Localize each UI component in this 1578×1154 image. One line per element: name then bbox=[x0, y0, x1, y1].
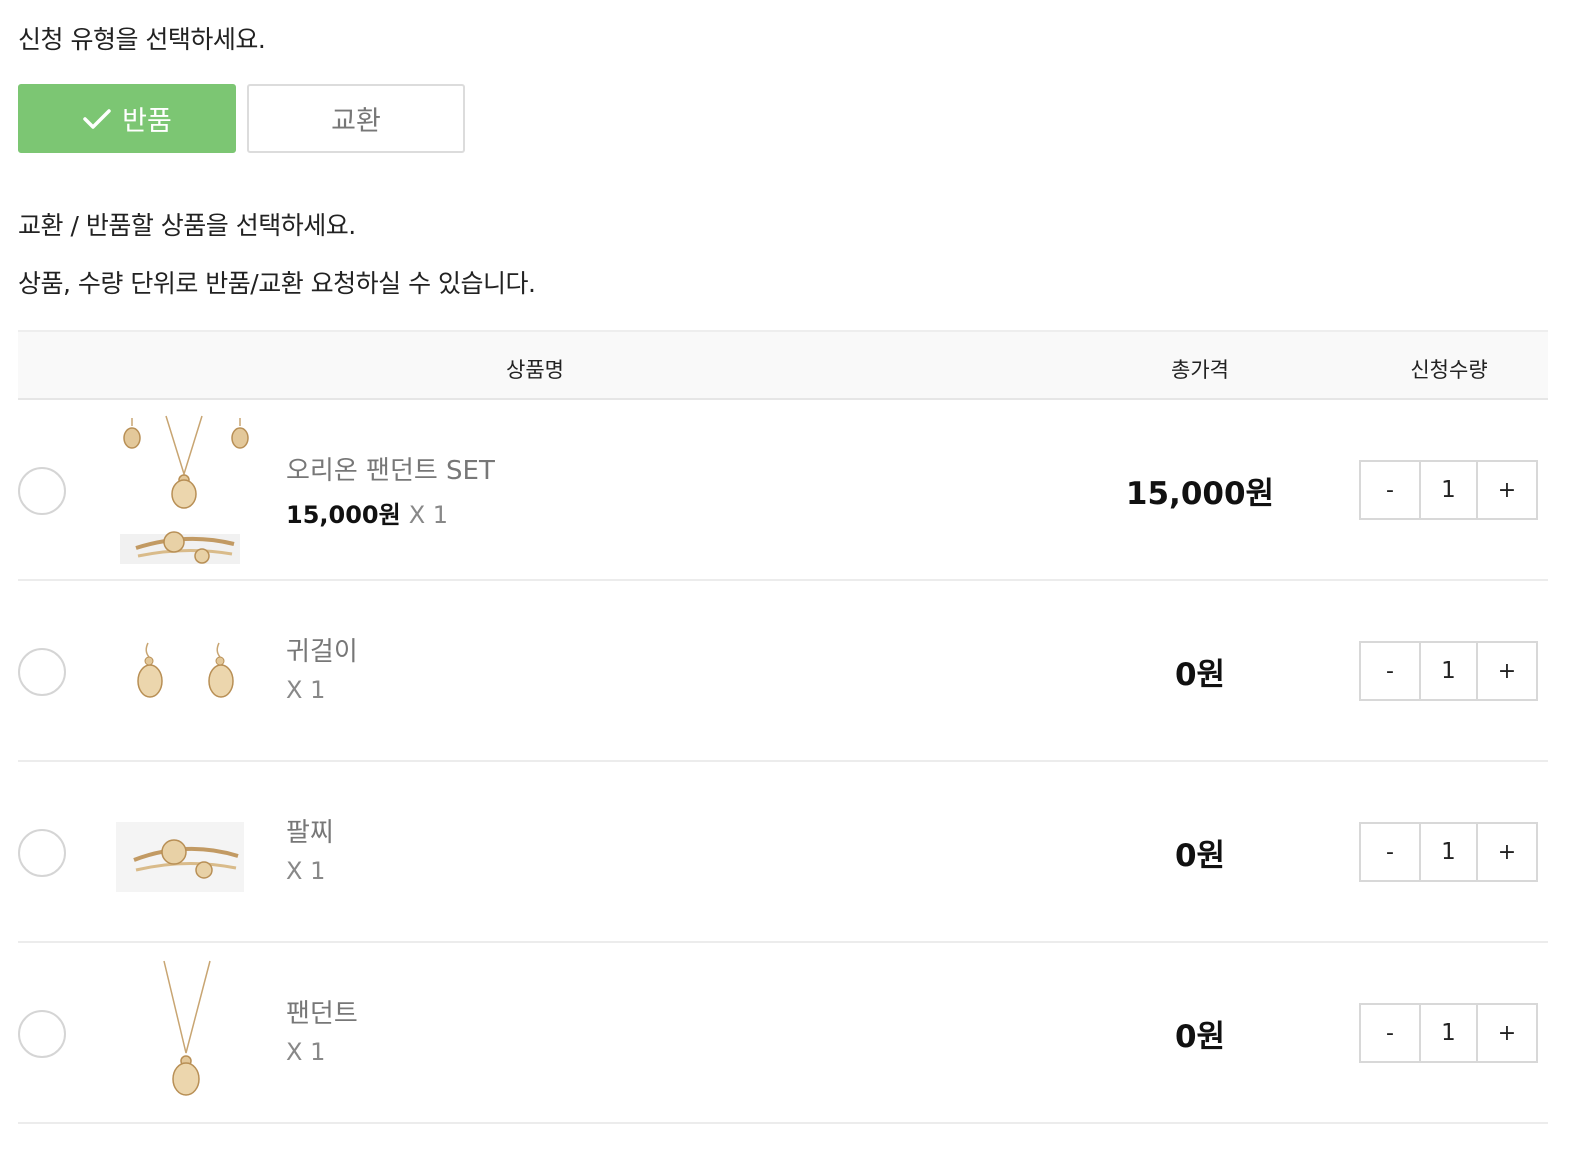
decrease-button[interactable]: - bbox=[1361, 643, 1419, 699]
row-select-radio[interactable] bbox=[18, 829, 66, 877]
select-items-prompt: 교환 / 반품할 상품을 선택하세요. bbox=[18, 211, 356, 240]
product-name: 오리온 팬던트 SET bbox=[286, 456, 495, 486]
quantity-value[interactable]: 1 bbox=[1419, 1005, 1478, 1061]
header-name: 상품명 bbox=[506, 358, 564, 382]
product-table: 상품명 총가격 신청수량 오리온 팬던트 SET 15,000원 X 1 15,0… bbox=[18, 330, 1548, 1124]
table-row: 팔찌 X 1 0원 - 1 + bbox=[18, 762, 1548, 943]
decrease-button[interactable]: - bbox=[1361, 1005, 1419, 1061]
product-price: X 1 bbox=[286, 1038, 325, 1066]
earrings-icon bbox=[137, 642, 234, 698]
table-row: 오리온 팬던트 SET 15,000원 X 1 15,000원 - 1 + bbox=[18, 400, 1548, 581]
product-name: 팔찌 bbox=[286, 818, 334, 848]
multiplier: X 1 bbox=[286, 676, 326, 704]
increase-button[interactable]: + bbox=[1478, 1005, 1536, 1061]
quantity-stepper: - 1 + bbox=[1359, 641, 1538, 701]
quantity-stepper: - 1 + bbox=[1359, 822, 1538, 882]
product-name: 귀걸이 bbox=[286, 637, 358, 667]
product-name: 팬던트 bbox=[286, 999, 358, 1029]
row-total: 15,000원 bbox=[1125, 476, 1275, 512]
row-total: 0원 bbox=[1174, 1019, 1226, 1055]
quantity-value[interactable]: 1 bbox=[1419, 643, 1478, 699]
table-row: 귀걸이 X 1 0원 - 1 + bbox=[18, 581, 1548, 762]
unit-note: 상품, 수량 단위로 반품/교환 요청하실 수 있습니다. bbox=[18, 269, 536, 298]
increase-button[interactable]: + bbox=[1478, 824, 1536, 880]
exchange-button-label: 교환 bbox=[331, 106, 381, 137]
jewelry-set-icon bbox=[120, 415, 249, 564]
product-price: X 1 bbox=[286, 857, 325, 885]
quantity-value[interactable]: 1 bbox=[1419, 462, 1478, 518]
pendant-icon bbox=[163, 960, 211, 1096]
increase-button[interactable]: + bbox=[1478, 462, 1536, 518]
row-select-radio[interactable] bbox=[18, 467, 66, 515]
quantity-stepper: - 1 + bbox=[1359, 460, 1538, 520]
decrease-button[interactable]: - bbox=[1361, 462, 1419, 518]
bracelet-icon bbox=[116, 822, 244, 892]
increase-button[interactable]: + bbox=[1478, 643, 1536, 699]
quantity-value[interactable]: 1 bbox=[1419, 824, 1478, 880]
decrease-button[interactable]: - bbox=[1361, 824, 1419, 880]
select-type-prompt: 신청 유형을 선택하세요. bbox=[18, 25, 266, 54]
return-button[interactable]: 반품 bbox=[18, 84, 236, 153]
check-icon bbox=[83, 108, 111, 129]
product-price: 15,000원 X 1 bbox=[286, 495, 448, 530]
quantity-stepper: - 1 + bbox=[1359, 1003, 1538, 1063]
header-price: 총가격 bbox=[1171, 358, 1229, 382]
row-select-radio[interactable] bbox=[18, 648, 66, 696]
multiplier: X 1 bbox=[286, 1038, 326, 1066]
return-button-label: 반품 bbox=[122, 106, 172, 137]
exchange-button[interactable]: 교환 bbox=[247, 84, 465, 153]
table-row: 팬던트 X 1 0원 - 1 + bbox=[18, 943, 1548, 1124]
multiplier: X 1 bbox=[286, 857, 326, 885]
row-total: 0원 bbox=[1174, 838, 1226, 874]
multiplier: X 1 bbox=[408, 501, 449, 529]
product-price: X 1 bbox=[286, 676, 325, 704]
header-qty: 신청수량 bbox=[1410, 358, 1488, 382]
row-total: 0원 bbox=[1174, 657, 1226, 693]
table-header: 상품명 총가격 신청수량 bbox=[18, 330, 1548, 400]
row-select-radio[interactable] bbox=[18, 1010, 66, 1058]
unit-price: 15,000원 bbox=[286, 501, 401, 529]
